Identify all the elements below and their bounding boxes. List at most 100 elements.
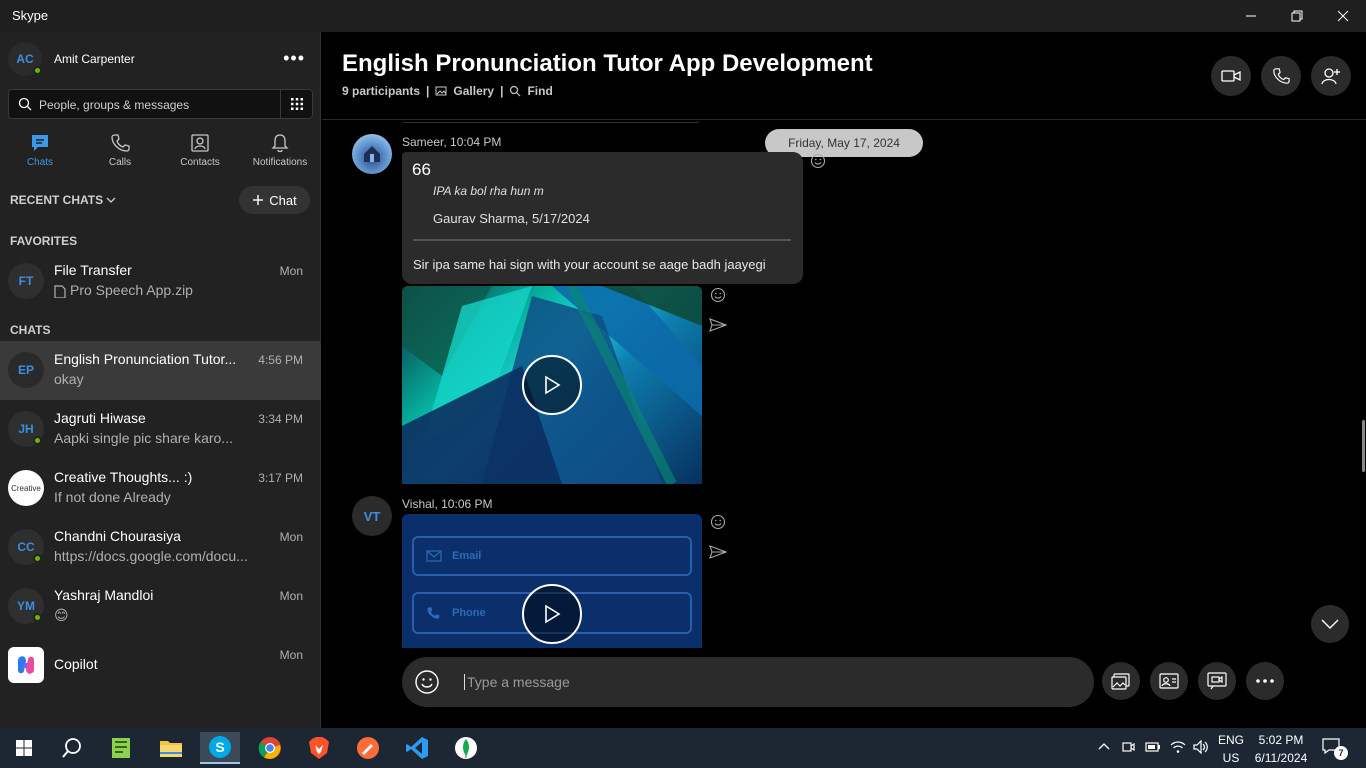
windows-icon [16,740,32,756]
chat-time: Mon [279,589,303,603]
emoji-icon[interactable] [414,669,440,695]
chat-item-jagruti[interactable]: JH Jagruti Hiwase Aapki single pic share… [0,400,321,459]
recent-chats-dropdown[interactable]: RECENT CHATS [10,193,116,207]
chat-item-creative-thoughts[interactable]: Creative Creative Thoughts... :) If not … [0,459,321,518]
taskbar-vscode[interactable] [397,732,437,764]
taskbar-search[interactable] [52,732,92,764]
notification-count-badge: 7 [1334,746,1348,760]
emoji-react-button[interactable] [708,285,728,305]
clock-date: 6/11/2024 [1254,751,1308,765]
chat-preview: okay [54,371,84,387]
forward-button[interactable] [708,315,728,335]
more-options-button[interactable]: ••• [283,48,305,69]
play-icon [545,604,561,624]
volume-icon[interactable] [1193,740,1209,754]
image-icon [1111,673,1130,690]
region-code: US [1222,751,1240,765]
minimize-button[interactable] [1228,0,1274,32]
wifi-icon[interactable] [1170,740,1186,754]
dialpad-button[interactable] [280,90,312,118]
emoji-react-icon[interactable] [810,153,826,169]
emoji-react-button[interactable] [708,512,728,532]
chat-name: Chandni Chourasiya [54,528,181,544]
close-button[interactable] [1320,0,1366,32]
add-person-icon [1321,68,1340,85]
battery-icon[interactable] [1145,742,1161,752]
video-call-button[interactable] [1211,56,1251,96]
avatar[interactable]: VT [352,496,392,536]
scrollbar-thumb[interactable] [1362,420,1365,472]
gallery-icon [435,86,447,96]
notification-center-button[interactable]: 7 [1322,738,1348,760]
participants-link[interactable]: 9 participants [342,84,420,98]
taskbar-postman[interactable] [348,732,388,764]
clock[interactable]: 5:02 PM 6/11/2024 [1250,733,1312,765]
profile-name: Amit Carpenter [54,52,135,66]
forward-button[interactable] [708,542,728,562]
chat-item-english-pronunciation[interactable]: EP English Pronunciation Tutor... okay 4… [0,341,321,400]
restore-button[interactable] [1274,0,1320,32]
recent-chats-label: RECENT CHATS [10,193,104,207]
tab-chats[interactable]: Chats [0,129,80,179]
profile[interactable]: AC Amit Carpenter ••• [8,42,313,76]
video-attachment[interactable]: Email Phone [402,514,702,648]
close-icon [1337,10,1349,22]
audio-call-button[interactable] [1261,56,1301,96]
chat-item-chandni[interactable]: CC Chandni Chourasiya https://docs.googl… [0,518,321,577]
phone-icon [1273,68,1290,84]
taskbar-brave[interactable] [299,732,339,764]
chat-name: File Transfer [54,262,132,278]
more-icon [1256,679,1274,683]
chat-preview: https://docs.google.com/docu... [54,548,248,564]
add-media-button[interactable] [1102,662,1140,700]
contact-card-icon [1159,673,1179,689]
tab-notifications[interactable]: Notifications [240,129,320,179]
taskbar-app-editor[interactable] [101,732,141,764]
chat-icon [32,135,48,151]
play-button[interactable] [522,355,582,415]
tab-calls[interactable]: Calls [80,129,160,179]
favorite-item-file-transfer[interactable]: FT File Transfer Pro Speech App.zip Mon [0,252,321,311]
search-box[interactable]: People, groups & messages [8,89,313,119]
emoji-icon [710,514,726,530]
taskbar-skype[interactable]: S [200,732,240,764]
taskbar-file-explorer[interactable] [151,732,191,764]
find-link[interactable]: Find [527,84,552,98]
search-input[interactable]: People, groups & messages [39,98,189,112]
message-composer[interactable]: Type a message [402,657,1094,707]
add-people-button[interactable] [1311,56,1351,96]
message-bubble[interactable]: 66 IPA ka bol rha hun m Gaurav Sharma, 5… [402,152,803,284]
message-input[interactable]: Type a message [464,674,570,690]
more-actions-button[interactable] [1246,662,1284,700]
chat-time: Mon [279,648,303,662]
play-button[interactable] [522,584,582,644]
gallery-link[interactable]: Gallery [453,84,494,98]
taskbar: S ENG US 5:02 PM 6/11/2024 7 [0,728,1366,768]
mongodb-icon [455,737,477,759]
tab-contacts[interactable]: Contacts [160,129,240,179]
taskbar-mongodb[interactable] [446,732,486,764]
send-icon [709,545,727,559]
sidebar: AC Amit Carpenter ••• People, groups & m… [0,32,321,728]
new-chat-button[interactable]: Chat [239,186,310,214]
avatar[interactable] [352,134,392,174]
building-icon [364,146,380,162]
video-message-button[interactable] [1198,662,1236,700]
play-icon [545,375,561,395]
start-button[interactable] [4,732,44,764]
chat-item-yashraj[interactable]: YM Yashraj Mandloi 😊 Mon [0,577,321,636]
avatar: FT [8,263,44,299]
language-indicator[interactable]: ENG US [1214,733,1248,765]
video-attachment[interactable] [402,286,702,484]
chevron-up-icon[interactable] [1098,742,1110,750]
taskbar-chrome[interactable] [250,732,290,764]
send-contact-button[interactable] [1150,662,1188,700]
meet-now-icon[interactable] [1121,740,1135,756]
search-icon [18,97,32,111]
scroll-to-bottom-button[interactable] [1311,605,1349,643]
video-frame-field: Email [412,536,692,576]
dialpad-icon [290,98,303,110]
favorites-label: FAVORITES [10,234,78,248]
chat-item-copilot[interactable]: Copilot Mon [0,636,321,695]
svg-text:S: S [215,739,224,755]
